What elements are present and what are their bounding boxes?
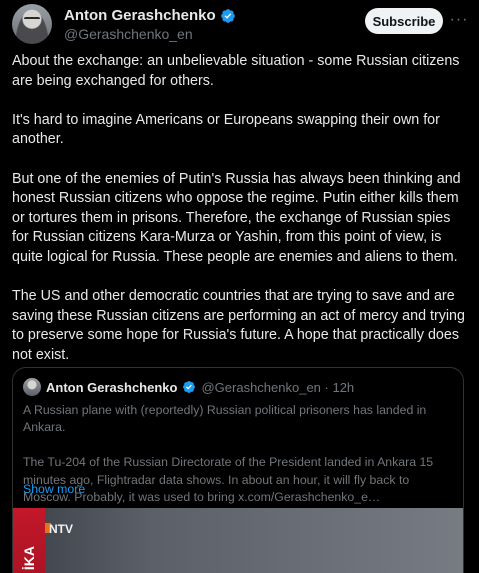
quoted-author-avatar — [23, 378, 41, 396]
post-header: Anton Gerashchenko @Gerashchenko_en Subs… — [0, 0, 479, 44]
post-paragraph: It's hard to imagine Americans or Europe… — [12, 111, 440, 148]
author-avatar[interactable] — [12, 4, 52, 44]
author-name-row: Anton Gerashchenko — [64, 7, 236, 24]
show-more-link[interactable]: Show more — [23, 482, 85, 496]
quoted-author-name: Anton Gerashchenko — [46, 379, 178, 395]
quoted-paragraph: A Russian plane with (reportedly) Russia… — [23, 403, 427, 435]
quoted-post[interactable]: Anton Gerashchenko @Gerashchenko_en · 12… — [12, 367, 464, 573]
media-side-text: İKA — [21, 546, 37, 571]
verified-badge-icon — [220, 8, 235, 23]
ntv-logo: NTV — [49, 522, 73, 536]
post-paragraph: But one of the enemies of Putin's Russia… — [12, 170, 461, 265]
avatar-glasses — [24, 17, 40, 21]
post-paragraph: About the exchange: an unbelievable situ… — [12, 53, 460, 89]
verified-badge-icon — [183, 381, 196, 393]
author-display-name[interactable]: Anton Gerashchenko — [64, 7, 216, 24]
quoted-paragraph: The Tu-204 of the Russian Directorate of… — [23, 455, 434, 505]
post-paragraph: The US and other democratic countries th… — [12, 288, 465, 363]
more-options-icon[interactable]: ··· — [449, 10, 469, 30]
subscribe-button[interactable]: Subscribe — [365, 8, 443, 34]
quoted-post-text: A Russian plane with (reportedly) Russia… — [23, 402, 455, 524]
quoted-media-image[interactable]: NTV İKA — [13, 508, 463, 573]
quoted-post-header: Anton Gerashchenko @Gerashchenko_en · 12… — [23, 378, 354, 396]
author-handle[interactable]: @Gerashchenko_en — [64, 26, 193, 42]
post-text: About the exchange: an unbelievable situ… — [12, 52, 467, 385]
quoted-author-handle-time: @Gerashchenko_en · 12h — [201, 379, 355, 395]
